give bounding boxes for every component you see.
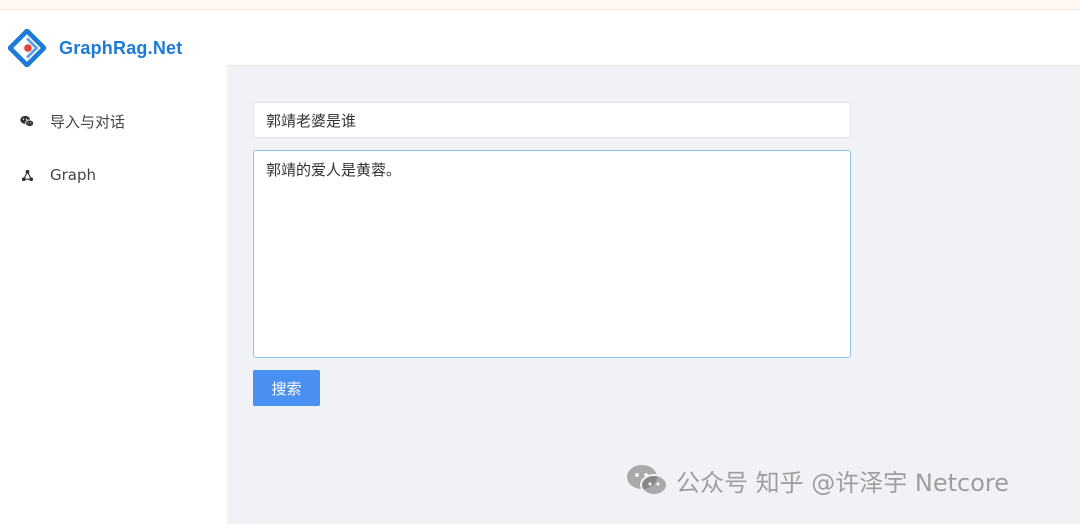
main-content: 郭靖的爱人是黄蓉。 搜索 (227, 66, 1080, 524)
sidebar-item-graph[interactable]: Graph (0, 148, 227, 202)
watermark: 公众号 知乎 @许泽宇 Netcore (626, 460, 1009, 500)
graphrag-logo-icon (8, 29, 46, 67)
sidebar-item-import-chat[interactable]: 导入与对话 (0, 94, 227, 148)
answer-textarea[interactable]: 郭靖的爱人是黄蓉。 (253, 150, 851, 358)
sidebar-menu: 导入与对话 Graph (0, 94, 227, 202)
search-button[interactable]: 搜索 (253, 370, 320, 406)
query-input[interactable] (253, 102, 851, 138)
sidebar-item-label: Graph (50, 166, 97, 184)
watermark-text: 公众号 知乎 @许泽宇 Netcore (676, 468, 1009, 497)
top-header (227, 10, 1080, 66)
wechat-icon (627, 465, 668, 496)
sidebar-item-label: 导入与对话 (50, 112, 126, 131)
brand[interactable]: GraphRag.Net (8, 28, 223, 68)
wechat-icon (20, 114, 34, 128)
top-strip (0, 0, 1080, 10)
brand-title: GraphRag.Net (59, 37, 183, 58)
sidebar: GraphRag.Net 导入与对话 Graph (0, 10, 227, 524)
graph-icon (20, 168, 34, 182)
